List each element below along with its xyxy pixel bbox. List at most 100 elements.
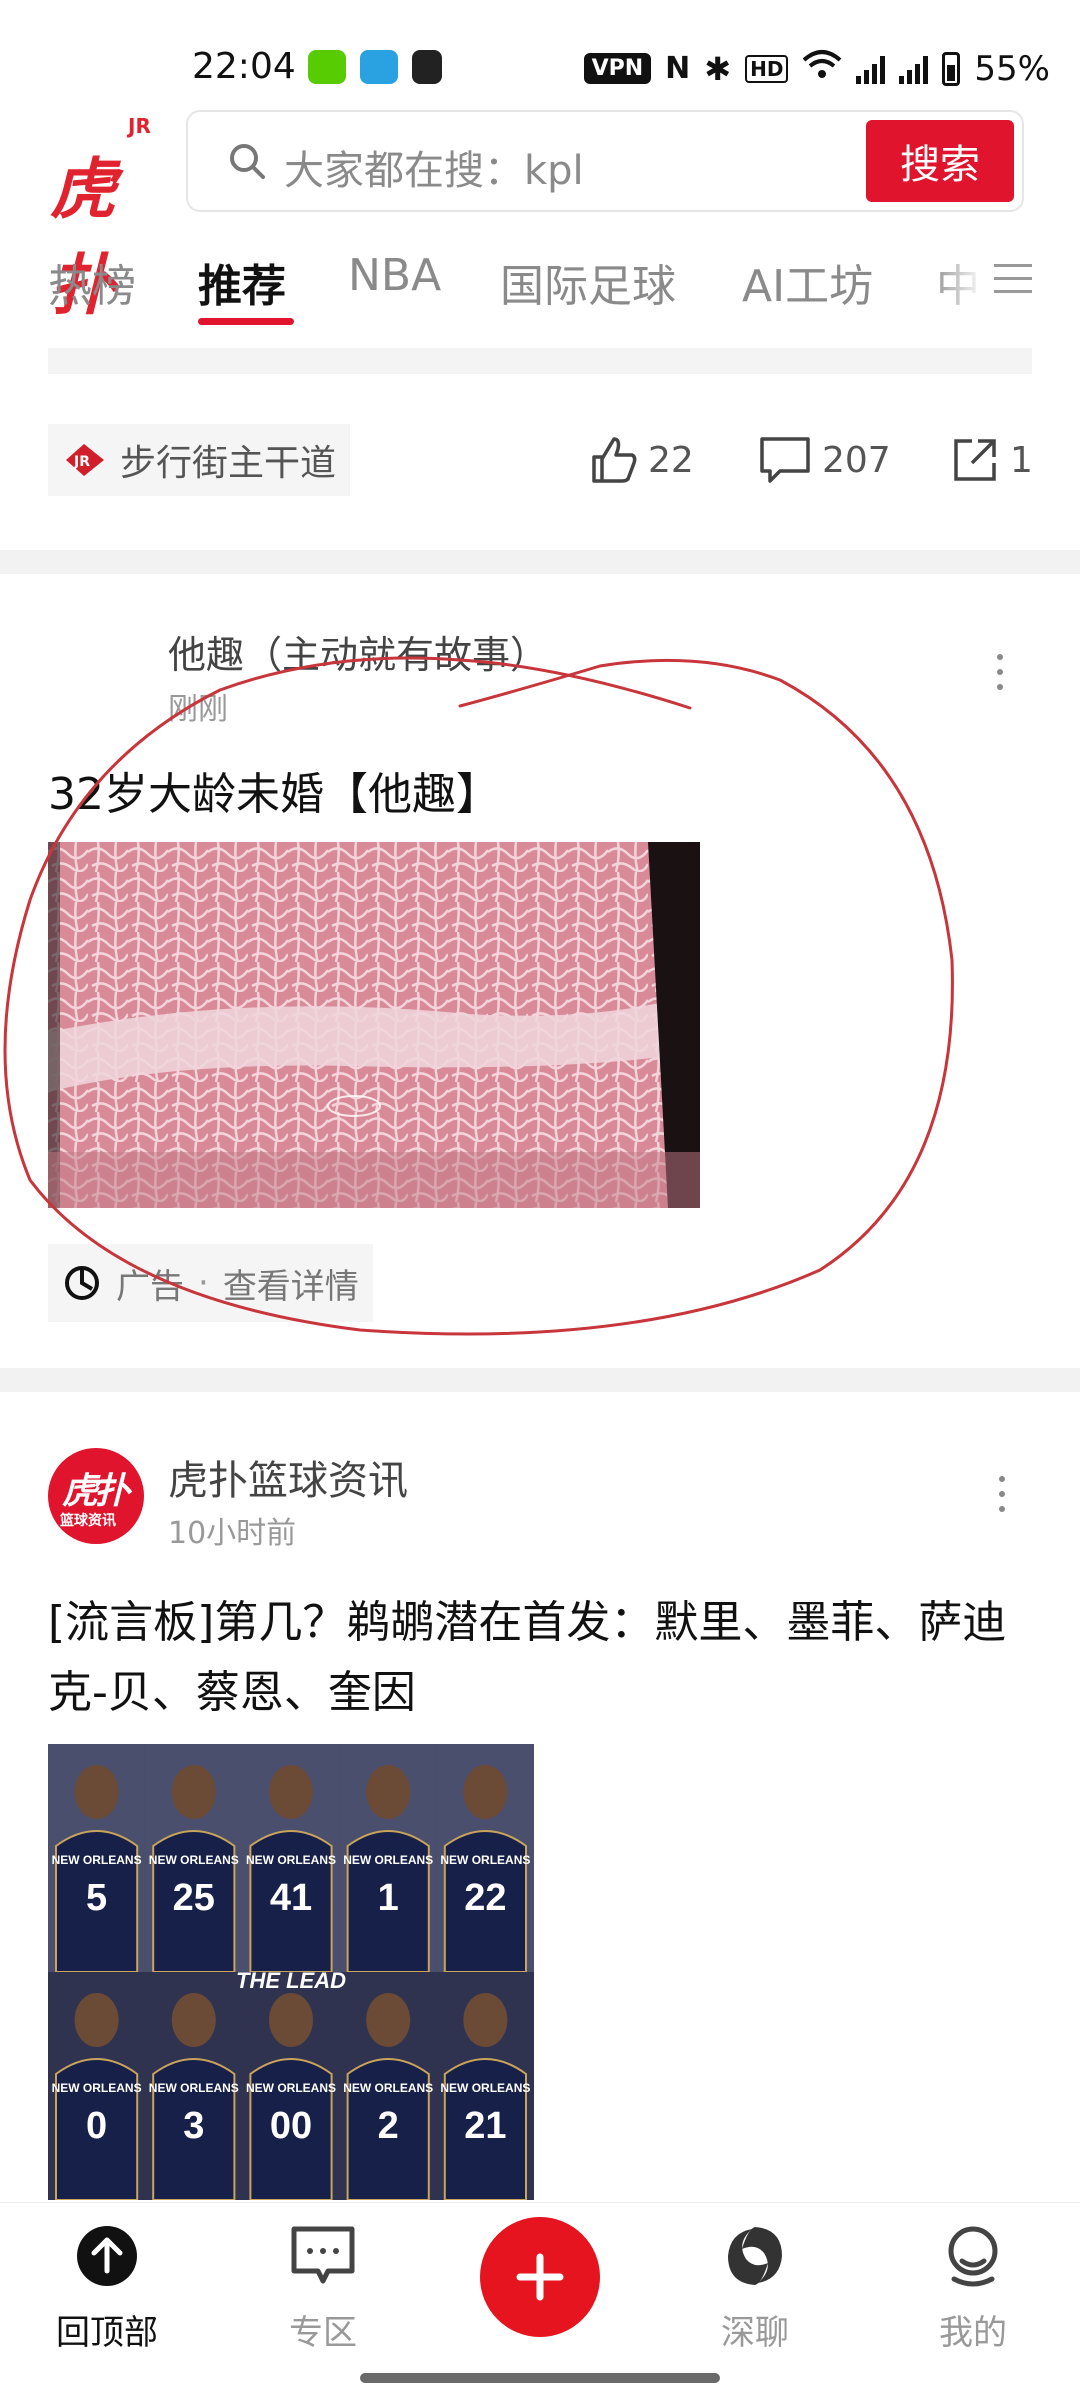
profile-icon (948, 2226, 998, 2287)
the-lead-banner: THE LEAD (236, 1968, 346, 1993)
channel-tabs: 热榜 推荐 NBA 国际足球 AI工坊 中 (48, 240, 1048, 330)
jersey-number: 00 (270, 2105, 312, 2147)
player-figure: NEW ORLEANS 00 (242, 1972, 340, 2200)
more-options-icon[interactable] (994, 654, 1006, 702)
comment-icon (760, 437, 810, 483)
plus-icon (516, 2253, 564, 2301)
nfc-icon: N (665, 51, 691, 86)
search-placeholder: 大家都在搜：kpl (284, 148, 584, 194)
jersey-text: NEW ORLEANS (343, 1853, 433, 1867)
bluetooth-icon: ✱ (704, 49, 732, 88)
swirl-icon (728, 2227, 782, 2285)
ad-brand-icon (65, 1266, 99, 1300)
ad-tag: 广告 (116, 1266, 184, 1307)
create-post-button[interactable] (480, 2217, 600, 2337)
jersey-number: 21 (464, 2105, 506, 2147)
nav-label: 我的 (939, 2313, 1007, 2353)
player-figure: NEW ORLEANS 3 (145, 1972, 243, 2200)
jersey-number: 1 (378, 1877, 399, 1919)
jersey-number: 41 (270, 1877, 312, 1919)
nav-zone[interactable]: 专区 (248, 2221, 398, 2354)
nav-profile[interactable]: 我的 (898, 2221, 1048, 2354)
tab-recommend[interactable]: 推荐 (198, 250, 286, 314)
jersey-number: 25 (173, 1877, 215, 1919)
share-button[interactable]: 1 (950, 430, 1033, 490)
tab-ai-workshop[interactable]: AI工坊 (742, 250, 873, 314)
news-post-time: 10小时前 (168, 1516, 297, 1551)
status-time: 22:04 (192, 46, 296, 87)
ad-detail-link[interactable]: 查看详情 (223, 1259, 359, 1308)
arrow-up-icon (77, 2226, 137, 2286)
more-options-icon[interactable] (996, 1476, 1008, 1524)
player-figure: NEW ORLEANS 1 (339, 1744, 437, 1973)
jersey-text: NEW ORLEANS (440, 1853, 530, 1867)
svg-text:JR: JR (73, 454, 90, 470)
players-collage-image: NEW ORLEANS 5 NEW ORLEANS 25 NEW ORLEANS 41 NE… (48, 1744, 534, 2200)
jersey-number: 2 (378, 2105, 399, 2147)
marbled-beef-image (48, 842, 700, 1208)
share-count: 1 (1010, 439, 1033, 481)
thumbs-up-icon (592, 437, 637, 483)
tab-nba[interactable]: NBA (348, 250, 441, 301)
ad-image[interactable] (48, 842, 700, 1208)
search-button[interactable]: 搜索 (866, 120, 1014, 202)
tab-intl-football[interactable]: 国际足球 (500, 250, 676, 314)
player-figure: NEW ORLEANS 25 (145, 1744, 243, 1973)
news-post-title[interactable]: [流言板]第几？鹈鹕潜在首发：默里、墨菲、萨迪克-贝、蔡恩、奎因 (48, 1588, 1028, 1728)
previous-post-strip (48, 348, 1032, 374)
board-logo-icon: JR (66, 444, 104, 476)
logo-badge: JR (128, 114, 151, 138)
player-figure: NEW ORLEANS 2 (339, 1972, 437, 2200)
app-header: 虎扑 JR 大家都在搜：kpl 搜索 (0, 108, 1080, 324)
nav-label: 深聊 (721, 2313, 789, 2353)
status-app-icons (308, 50, 442, 84)
battery-percent: 55% (974, 48, 1050, 89)
jersey-text: NEW ORLEANS (440, 2081, 530, 2095)
5g-signal-icon (899, 54, 929, 84)
player-figure: NEW ORLEANS 21 (436, 1972, 534, 2200)
comment-button[interactable]: 207 (758, 430, 891, 490)
tab-active-indicator (198, 318, 294, 325)
share-icon (954, 439, 996, 481)
like-button[interactable]: 22 (588, 430, 694, 490)
player-figure: NEW ORLEANS 22 (436, 1744, 534, 1973)
news-author-name[interactable]: 虎扑篮球资讯 (168, 1448, 408, 1506)
5g-signal-icon (856, 54, 886, 84)
tab-fade (928, 240, 998, 320)
chat-board-icon (291, 2226, 355, 2284)
like-count: 22 (648, 439, 694, 481)
app-icon (412, 50, 442, 84)
news-image[interactable]: NEW ORLEANS 5 NEW ORLEANS 25 NEW ORLEANS 41 NE… (48, 1744, 534, 2200)
board-tag[interactable]: JR 步行街主干道 (48, 424, 351, 496)
jersey-text: NEW ORLEANS (52, 1853, 142, 1867)
jersey-number: 22 (464, 1877, 506, 1919)
jersey-text: NEW ORLEANS (246, 2081, 336, 2095)
search-icon (230, 144, 265, 179)
ad-author-name[interactable]: 他趣（主动就有故事） (168, 624, 548, 679)
duolingo-icon (308, 50, 346, 84)
battery-icon (942, 51, 961, 86)
nav-label: 专区 (289, 2313, 357, 2353)
player-figure: NEW ORLEANS 0 (48, 1972, 146, 2200)
nav-back-to-top[interactable]: 回顶部 (32, 2221, 182, 2354)
tab-hot[interactable]: 热榜 (48, 250, 136, 314)
vpn-badge: VPN (583, 53, 652, 84)
ad-post-time: 刚刚 (168, 692, 228, 727)
nav-deep-chat[interactable]: 深聊 (680, 2221, 830, 2354)
ad-label[interactable]: 广告 · 查看详情 (48, 1244, 373, 1322)
nav-label: 回顶部 (56, 2313, 158, 2353)
hupu-logo[interactable]: 虎扑 JR (50, 114, 160, 324)
bottom-navigation: 回顶部 专区 深聊 我的 (0, 2202, 1080, 2400)
ad-post-title[interactable]: 32岁大龄未婚【他趣】 (48, 758, 500, 822)
avatar[interactable]: 虎扑 篮球资讯 (48, 1448, 144, 1544)
jersey-text: NEW ORLEANS (149, 2081, 239, 2095)
jersey-number: 5 (86, 1877, 107, 1919)
jersey-text: NEW ORLEANS (149, 1853, 239, 1867)
comment-count: 207 (822, 439, 891, 481)
ad-separator: · (198, 1263, 209, 1303)
feed-divider (0, 1368, 1080, 1392)
home-indicator (360, 2373, 720, 2383)
search-input[interactable]: 大家都在搜：kpl 搜索 (186, 110, 1024, 212)
menu-icon[interactable] (994, 264, 1032, 296)
board-tag-label: 步行街主干道 (120, 443, 337, 484)
